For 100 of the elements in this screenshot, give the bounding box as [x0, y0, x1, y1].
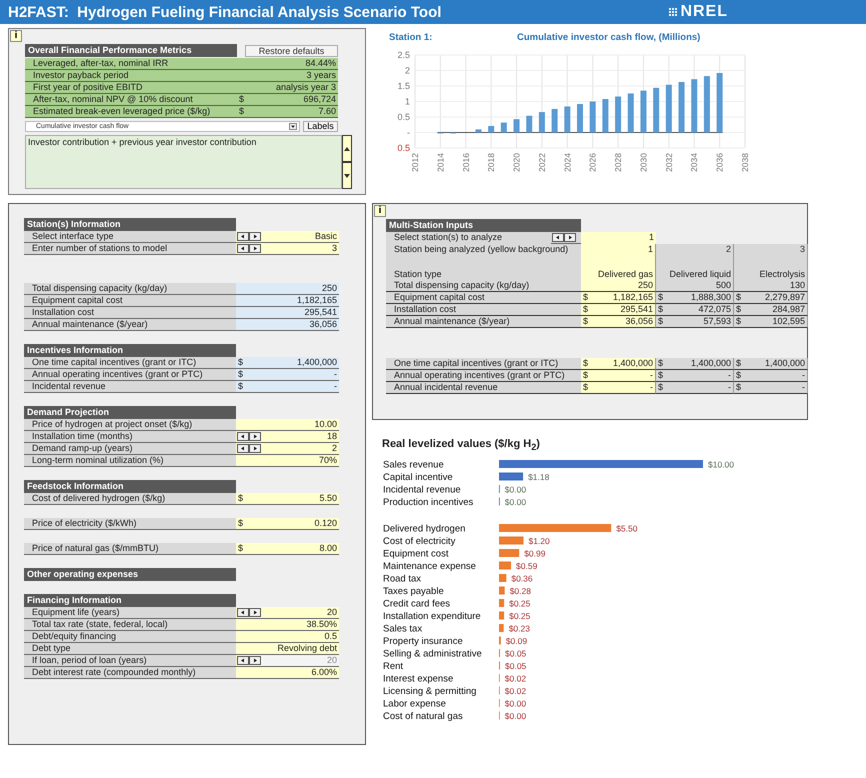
chart-bar — [499, 472, 524, 481]
spinner-control[interactable] — [236, 431, 262, 443]
row-label: One time capital incentives (grant or ITC) — [24, 357, 236, 369]
row-label: Leveraged, after-tax, nominal IRR — [25, 58, 237, 70]
value-cell: 250 — [236, 283, 339, 295]
axis-label: 2032 — [664, 153, 674, 172]
chart-bar — [640, 90, 646, 132]
station-number: 3 — [734, 244, 808, 256]
currency-cell: $ — [656, 304, 668, 316]
chart-bar — [691, 79, 698, 132]
row-label: If loan, period of loan (years) — [24, 655, 236, 667]
value-cell: 1 — [581, 232, 656, 244]
value-cell: 0.5 — [236, 631, 339, 643]
category-label: Sales revenue — [383, 460, 444, 471]
value-label: $0.02 — [504, 674, 526, 684]
row-label: Price of natural gas ($/mmBTU) — [24, 543, 236, 555]
section-header: Financing Information — [24, 594, 236, 607]
row-label: Annual operating incentives (grant or PTC) — [386, 370, 581, 382]
value-cell: 2 — [262, 443, 339, 455]
category-label: Maintenance expense — [383, 561, 476, 572]
category-label: Taxes payable — [383, 586, 444, 598]
spinner-control[interactable] — [236, 607, 262, 619]
category-label: Rent — [383, 661, 404, 672]
spinner-control[interactable] — [236, 443, 262, 455]
info-button[interactable]: i — [374, 205, 386, 217]
category-label: Labor expense — [383, 698, 446, 710]
value-label: $0.05 — [505, 648, 526, 659]
value-label: $0.05 — [505, 661, 526, 672]
value-cell: 20 — [262, 607, 339, 619]
info-button[interactable]: i — [10, 30, 22, 42]
axis-label: 0.5 — [397, 112, 410, 122]
chart-bar — [500, 122, 507, 132]
value-label: $0.99 — [524, 548, 546, 559]
chart-bar — [628, 93, 634, 132]
value-cell: 295,541 — [593, 304, 656, 316]
value-cell: 1,182,165 — [593, 292, 656, 304]
axis-label: 2038 — [740, 153, 750, 172]
value-label: $0.25 — [509, 598, 530, 609]
chart-bar — [716, 72, 723, 132]
chart-bar — [514, 119, 520, 132]
up-arrow-icon — [343, 146, 351, 152]
category-label: Cost of electricity — [383, 536, 456, 548]
currency-cell: $ — [236, 381, 262, 393]
axis-label: 2028 — [613, 153, 624, 172]
section-header: Station(s) Information — [24, 218, 236, 231]
value-cell: 2,279,897 — [746, 292, 808, 304]
chart-title: Real levelized values ($/kg H$_{2}$) — [382, 438, 541, 452]
spinner-control[interactable] — [236, 231, 262, 243]
value-cell: - — [668, 382, 734, 394]
currency-cell: $ — [581, 358, 593, 370]
row-label: Annual operating incentives (grant or PTC) — [24, 369, 236, 381]
labels-button[interactable]: Labels — [303, 121, 338, 132]
value-cell: - — [262, 369, 339, 381]
chart-title: Cumulative investor cash flow, (Millions) — [517, 32, 700, 43]
axis-label: 0.5 — [397, 143, 410, 153]
chart-bar — [499, 549, 520, 558]
row-label: Debt interest rate (compounded monthly) — [24, 667, 236, 679]
currency-cell: $ — [236, 493, 262, 505]
row-label: Debt type — [24, 643, 236, 655]
currency-cell: $ — [236, 369, 262, 381]
category-label: Selling & administrative — [383, 648, 482, 660]
spinner-control[interactable] — [236, 243, 262, 255]
value-cell: 295,541 — [236, 307, 339, 319]
category-label: Sales tax — [383, 624, 422, 635]
value-cell: 10.00 — [236, 419, 339, 431]
row-label: Investor payback period — [25, 70, 237, 82]
chart-bar — [590, 102, 596, 132]
chart-bar — [488, 126, 494, 132]
section-header: Other operating expenses — [24, 568, 236, 581]
station-type: Delivered liquid — [656, 256, 734, 280]
value-label: $0.59 — [516, 561, 538, 572]
value-cell: 250 — [581, 280, 656, 292]
scroll-down-button[interactable] — [342, 162, 352, 189]
currency-cell: $ — [581, 370, 593, 382]
station-type: Electrolysis — [734, 256, 808, 280]
currency-cell: $ — [656, 382, 668, 394]
currency-cell: $ — [581, 304, 593, 316]
axis-label: 2030 — [638, 153, 648, 172]
row-label: Select interface type — [24, 231, 236, 243]
category-label: Credit card fees — [383, 598, 450, 610]
restore-defaults-button[interactable]: Restore defaults — [245, 45, 338, 57]
scroll-up-button[interactable] — [342, 135, 352, 162]
chart-bar — [475, 129, 482, 132]
chart-bar — [499, 624, 504, 632]
chart-bar — [499, 574, 506, 582]
currency-cell: $ — [237, 106, 251, 118]
value-cell: 6.00% — [236, 667, 339, 679]
value-cell: - — [746, 370, 808, 382]
spinner-control[interactable] — [551, 232, 581, 244]
row-label: Annual incidental revenue — [386, 382, 581, 394]
row-label: Station being analyzed (yellow background) — [386, 244, 581, 256]
currency-cell: $ — [236, 543, 262, 555]
axis-label: 2026 — [588, 153, 598, 172]
currency-cell: $ — [656, 292, 668, 304]
value-label: $0.36 — [511, 574, 533, 584]
value-label: $0.02 — [504, 686, 526, 696]
axis-label: 2020 — [512, 153, 522, 172]
chart-bar — [653, 88, 660, 132]
value-cell: analysis year 3 — [237, 82, 338, 94]
value-cell: 18 — [262, 431, 339, 443]
